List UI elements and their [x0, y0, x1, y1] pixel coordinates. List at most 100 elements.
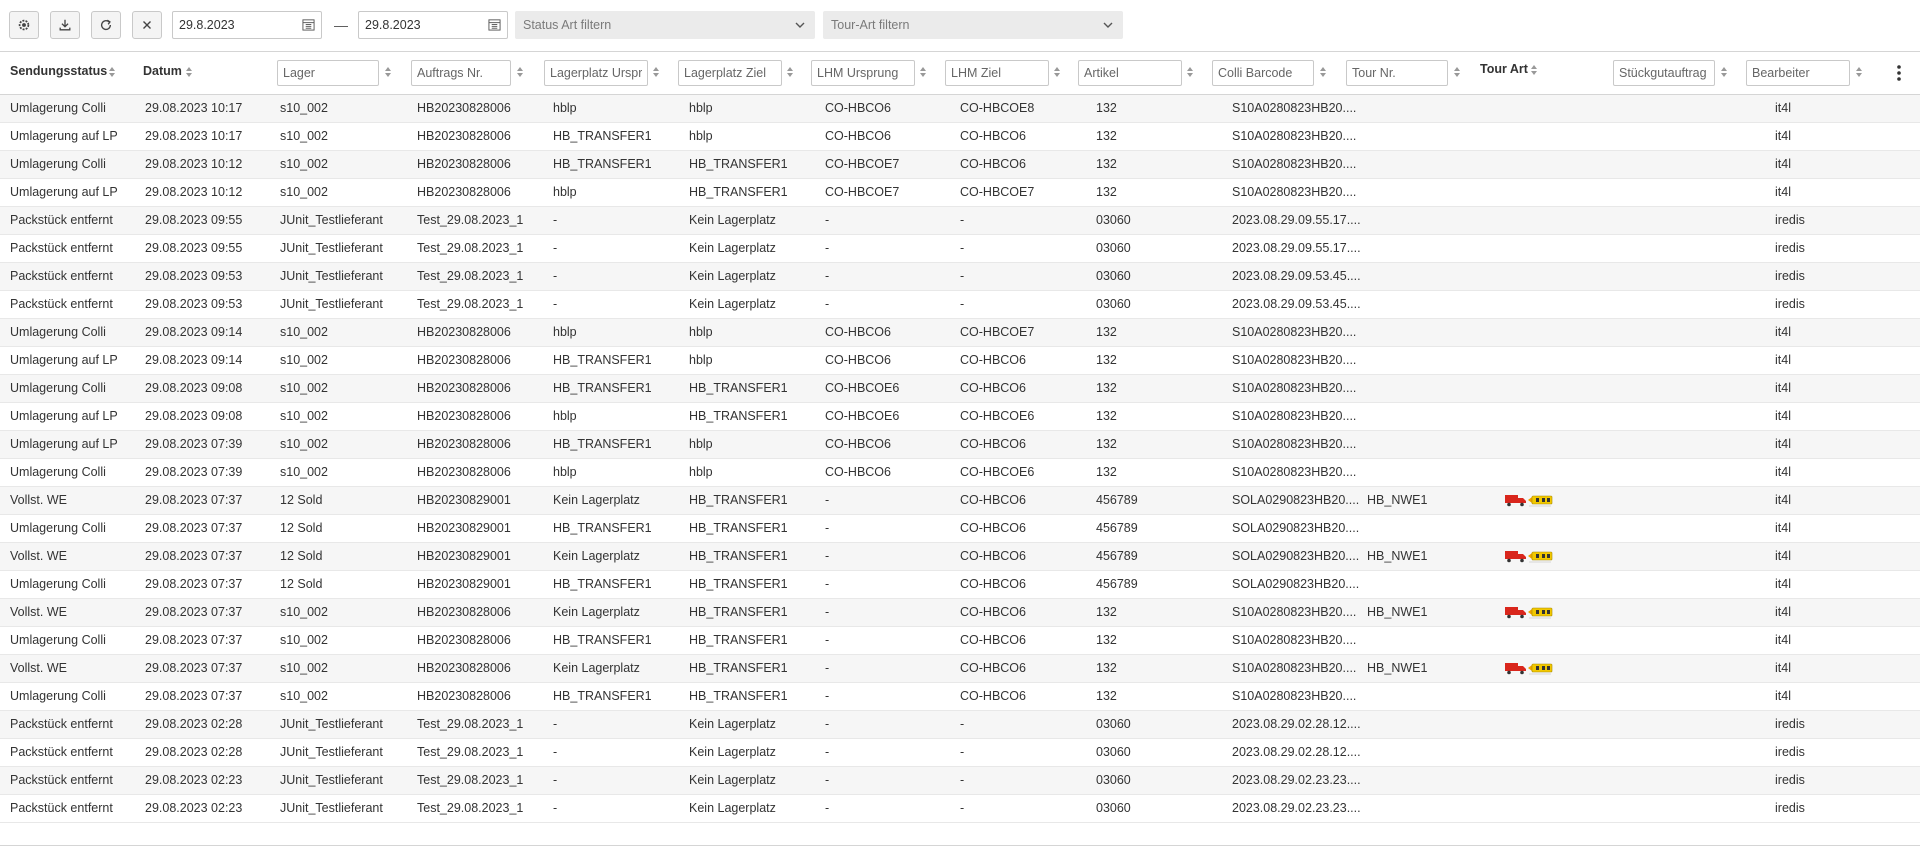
filter-bearbeiter-input[interactable]: [1746, 60, 1850, 86]
date-from-field[interactable]: 29.8.2023: [172, 11, 322, 39]
cell-lhm-ziel: CO-HBCO6: [960, 437, 1026, 451]
cell-artikel: 132: [1096, 325, 1117, 339]
filter-auftrag-input[interactable]: [411, 60, 511, 86]
cell-bearbeiter: it4l: [1775, 101, 1791, 115]
cell-lager: s10_002: [280, 633, 328, 647]
tour-filter-select[interactable]: Tour-Art filtern: [823, 11, 1123, 39]
filter-lp-ziel-input[interactable]: [678, 60, 782, 86]
sort-icon[interactable]: [1855, 66, 1863, 78]
sort-icon[interactable]: [1453, 66, 1461, 78]
cell-lhm-ursprung: -: [825, 773, 830, 787]
cell-lp-ziel: Kein Lagerplatz: [689, 801, 776, 815]
table-row[interactable]: Umlagerung Colli 29.08.2023 07:37 s10_002 H…: [0, 627, 1920, 655]
cell-lhm-ursprung: CO-HBCOE7: [825, 157, 900, 171]
column-menu-icon[interactable]: [1896, 64, 1902, 82]
date-to-field[interactable]: 29.8.2023: [358, 11, 508, 39]
calendar-icon[interactable]: [302, 18, 315, 31]
table-row[interactable]: Umlagerung Colli 29.08.2023 09:14 s10_002 H…: [0, 319, 1920, 347]
cell-colli: S10A0280823HB20....: [1232, 157, 1357, 171]
table-row[interactable]: Umlagerung auf LP 29.08.2023 10:12 s10_002…: [0, 179, 1920, 207]
cell-artikel: 132: [1096, 381, 1117, 395]
table-row[interactable]: Packstück entfernt 29.08.2023 09:55 JUnit_…: [0, 207, 1920, 235]
cell-datum: 29.08.2023 10:12: [145, 157, 243, 171]
cell-status: Umlagerung Colli: [10, 577, 106, 591]
cell-auftrag: HB20230828006: [417, 381, 511, 395]
table-header: Sendungsstatus Datum Tour Art: [0, 52, 1920, 95]
filter-stueckgut-input[interactable]: [1613, 60, 1715, 86]
table-row[interactable]: Packstück entfernt 29.08.2023 02:28 JUnit_…: [0, 739, 1920, 767]
filter-tour-input[interactable]: [1346, 60, 1448, 86]
cell-lhm-ursprung: CO-HBCO6: [825, 101, 891, 115]
sort-icon[interactable]: [1720, 66, 1728, 78]
refresh-button[interactable]: [91, 11, 121, 39]
cell-lager: 12 Sold: [280, 493, 323, 507]
status-filter-select[interactable]: Status Art filtern: [515, 11, 815, 39]
table-row[interactable]: Vollst. WE 29.08.2023 07:37 s10_002 HB20230…: [0, 655, 1920, 683]
cell-datum: 29.08.2023 10:12: [145, 185, 243, 199]
cell-artikel: 132: [1096, 661, 1117, 675]
table-row[interactable]: Packstück entfernt 29.08.2023 09:55 JUnit_…: [0, 235, 1920, 263]
cell-lp-ziel: HB_TRANSFER1: [689, 157, 788, 171]
table-row[interactable]: Umlagerung auf LP 29.08.2023 10:17 s10_002…: [0, 123, 1920, 151]
clear-filters-button[interactable]: [132, 11, 162, 39]
table-row[interactable]: Packstück entfernt 29.08.2023 02:28 JUnit_…: [0, 711, 1920, 739]
cell-lhm-ursprung: CO-HBCO6: [825, 353, 891, 367]
cell-bearbeiter: it4l: [1775, 157, 1791, 171]
sort-icon[interactable]: [1530, 64, 1538, 76]
table-row[interactable]: Packstück entfernt 29.08.2023 02:23 JUnit_…: [0, 767, 1920, 795]
refresh-icon: [100, 19, 112, 31]
cell-lhm-ziel: CO-HBCOE7: [960, 325, 1035, 339]
sort-icon[interactable]: [1053, 66, 1061, 78]
table-row[interactable]: Umlagerung auf LP 29.08.2023 09:08 s10_002…: [0, 403, 1920, 431]
table-row[interactable]: Umlagerung Colli 29.08.2023 10:12 s10_002 H…: [0, 151, 1920, 179]
sort-icon[interactable]: [1319, 66, 1327, 78]
table-row[interactable]: Umlagerung auf LP 29.08.2023 07:39 s10_002…: [0, 431, 1920, 459]
table-row[interactable]: Umlagerung Colli 29.08.2023 09:08 s10_002 H…: [0, 375, 1920, 403]
sort-icon[interactable]: [919, 66, 927, 78]
table-row[interactable]: Umlagerung Colli 29.08.2023 07:39 s10_002 H…: [0, 459, 1920, 487]
cell-lager: 12 Sold: [280, 549, 323, 563]
filter-lhm-ursprung-input[interactable]: [811, 60, 915, 86]
cell-lp-ursprung: -: [553, 773, 558, 787]
sort-icon[interactable]: [108, 66, 116, 78]
filter-lp-ursprung-input[interactable]: [544, 60, 648, 86]
cell-lhm-ursprung: -: [825, 605, 830, 619]
cell-artikel: 132: [1096, 409, 1117, 423]
cell-auftrag: HB20230828006: [417, 465, 511, 479]
filter-colli-input[interactable]: [1212, 60, 1314, 86]
download-button[interactable]: [50, 11, 80, 39]
table-row[interactable]: Umlagerung Colli 29.08.2023 10:17 s10_002 H…: [0, 95, 1920, 123]
cell-datum: 29.08.2023 07:37: [145, 689, 243, 703]
table-row[interactable]: Vollst. WE 29.08.2023 07:37 12 Sold HB20230…: [0, 543, 1920, 571]
sort-icon[interactable]: [1186, 66, 1194, 78]
cell-lhm-ursprung: CO-HBCOE6: [825, 409, 900, 423]
table-row[interactable]: Umlagerung Colli 29.08.2023 07:37 12 Sold H…: [0, 515, 1920, 543]
cell-artikel: 132: [1096, 465, 1117, 479]
table-row[interactable]: Packstück entfernt 29.08.2023 02:23 JUnit_…: [0, 795, 1920, 823]
sort-icon[interactable]: [185, 66, 193, 78]
filter-lager-input[interactable]: [277, 60, 379, 86]
table-row[interactable]: Umlagerung Colli 29.08.2023 07:37 12 Sold H…: [0, 571, 1920, 599]
sort-icon[interactable]: [786, 66, 794, 78]
cell-lp-ursprung: hblp: [553, 325, 577, 339]
table-row[interactable]: Packstück entfernt 29.08.2023 09:53 JUnit_…: [0, 291, 1920, 319]
cell-auftrag: Test_29.08.2023_1: [417, 213, 524, 227]
sort-icon[interactable]: [652, 66, 660, 78]
cell-lager: s10_002: [280, 437, 328, 451]
filter-lhm-ziel-input[interactable]: [945, 60, 1049, 86]
settings-button[interactable]: [9, 11, 39, 39]
table-row[interactable]: Umlagerung auf LP 29.08.2023 09:14 s10_002…: [0, 347, 1920, 375]
table-row[interactable]: Umlagerung Colli 29.08.2023 07:37 s10_002 H…: [0, 683, 1920, 711]
filter-artikel-input[interactable]: [1078, 60, 1182, 86]
cell-colli: S10A0280823HB20....: [1232, 409, 1357, 423]
table-row[interactable]: Vollst. WE 29.08.2023 07:37 s10_002 HB20230…: [0, 599, 1920, 627]
cell-status: Umlagerung Colli: [10, 325, 106, 339]
table-row[interactable]: Vollst. WE 29.08.2023 07:37 12 Sold HB20230…: [0, 487, 1920, 515]
sort-icon[interactable]: [516, 66, 524, 78]
gear-icon: [18, 19, 30, 31]
table-row[interactable]: Packstück entfernt 29.08.2023 09:53 JUnit_…: [0, 263, 1920, 291]
sort-icon[interactable]: [384, 66, 392, 78]
cell-lp-ursprung: HB_TRANSFER1: [553, 129, 652, 143]
calendar-icon[interactable]: [488, 18, 501, 31]
cell-colli: SOLA0290823HB20....: [1232, 493, 1360, 507]
